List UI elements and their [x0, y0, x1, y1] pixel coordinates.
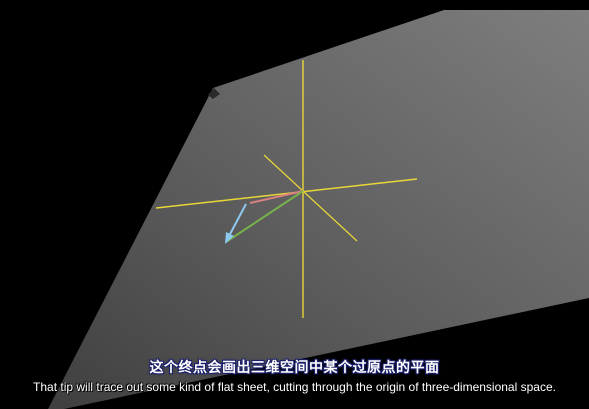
subtitle-chinese: 这个终点会画出三维空间中某个过原点的平面 [149, 360, 440, 376]
subtitle-english: That tip will trace out some kind of fla… [33, 380, 556, 394]
3d-scene [48, 10, 589, 409]
plane-surface [48, 10, 589, 409]
video-frame: 这个终点会画出三维空间中某个过原点的平面 That tip will trace… [0, 0, 589, 409]
